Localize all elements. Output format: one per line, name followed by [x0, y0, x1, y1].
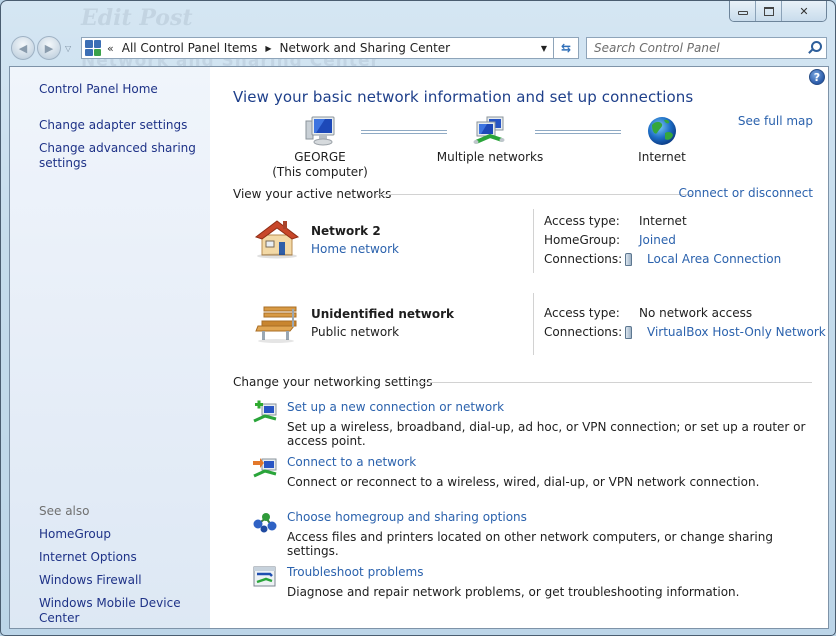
ethernet-plug-icon	[625, 252, 632, 266]
forward-button[interactable]: ▶	[37, 36, 61, 60]
network-divider	[533, 209, 534, 273]
computer-note: (This computer)	[272, 165, 368, 179]
network-divider	[533, 293, 534, 355]
sidebar-change-adapter-settings[interactable]: Change adapter settings	[39, 118, 187, 133]
main-panel: ? View your basic network information an…	[210, 67, 828, 628]
map-node-computer[interactable]: GEORGE (This computer)	[270, 115, 370, 180]
sidebar: Control Panel Home Change adapter settin…	[10, 67, 210, 628]
see-full-map-link[interactable]: See full map	[738, 114, 813, 128]
map-node-internet[interactable]: Internet	[622, 115, 702, 165]
setup-new-connection-description: Set up a wireless, broadband, dial-up, a…	[287, 420, 806, 448]
connection-item[interactable]: Local Area Connection	[625, 252, 781, 266]
homegroup-sharing-link[interactable]: Choose homegroup and sharing options	[287, 510, 527, 524]
access-type-value: No network access	[639, 306, 753, 320]
access-type-label: Access type:	[544, 306, 620, 320]
minimize-button[interactable]	[730, 1, 756, 21]
sidebar-change-advanced-sharing-settings[interactable]: Change advanced sharing settings	[39, 141, 196, 171]
refresh-icon: ⇆	[560, 41, 572, 55]
close-icon: ✕	[799, 4, 809, 18]
maximize-button[interactable]	[756, 1, 782, 21]
access-type-value: Internet	[639, 214, 687, 228]
background-window-title: Edit Post	[81, 5, 193, 31]
network-sharing-center-window: Edit Post Network and Sharing Center ✕ ◀…	[0, 0, 836, 636]
connection-item[interactable]: VirtualBox Host-Only Network	[625, 325, 826, 339]
new-connection-icon[interactable]	[252, 400, 278, 424]
sidebar-link-line-1: Change advanced sharing	[39, 141, 196, 155]
sidebar-windows-firewall[interactable]: Windows Firewall	[39, 573, 142, 588]
search-input[interactable]	[594, 41, 806, 55]
homegroup-sharing-description: Access files and printers located on oth…	[287, 530, 773, 558]
control-panel-icon	[85, 40, 101, 56]
homegroup-sharing-icon[interactable]	[252, 510, 278, 534]
address-dropdown-button[interactable]: ▼	[535, 38, 553, 58]
search-box	[586, 37, 827, 59]
network-type-link[interactable]: Home network	[311, 242, 399, 256]
see-also-label: See also	[39, 504, 90, 518]
troubleshoot-problems-description: Diagnose and repair network problems, or…	[287, 585, 740, 599]
sidebar-windows-mobile-device-center[interactable]: Windows Mobile Device Center	[39, 596, 210, 626]
connect-to-network-link[interactable]: Connect to a network	[287, 455, 416, 469]
computer-name: GEORGE	[294, 150, 346, 164]
breadcrumb-network-and-sharing-center[interactable]: Network and Sharing Center	[280, 41, 451, 55]
globe-icon	[648, 117, 676, 145]
breadcrumb-separator-icon[interactable]: ▶	[265, 44, 271, 53]
navigation-buttons: ◀ ▶ ▽	[11, 35, 71, 61]
connect-to-network-description: Connect or reconnect to a wireless, wire…	[287, 475, 760, 489]
multiple-networks-icon	[473, 116, 505, 144]
troubleshoot-problems-link[interactable]: Troubleshoot problems	[287, 565, 423, 579]
back-button[interactable]: ◀	[11, 36, 35, 60]
local-area-connection-link[interactable]: Local Area Connection	[647, 252, 781, 266]
multiple-networks-label: Multiple networks	[436, 150, 544, 164]
network-type-label: Public network	[311, 325, 400, 339]
section-divider	[376, 194, 692, 195]
help-icon[interactable]: ?	[809, 69, 825, 85]
section-divider	[416, 382, 812, 383]
breadcrumb-overflow-button[interactable]: «	[107, 42, 114, 55]
forward-arrow-icon: ▶	[44, 41, 54, 55]
network-name: Unidentified network	[311, 307, 454, 321]
networking-settings-heading: Change your networking settings	[233, 375, 433, 389]
homegroup-joined-link[interactable]: Joined	[639, 233, 676, 247]
computer-icon	[305, 116, 335, 146]
address-bar[interactable]: « All Control Panel Items ▶ Network and …	[81, 37, 553, 59]
ethernet-plug-icon	[625, 325, 632, 339]
troubleshoot-icon[interactable]	[252, 565, 278, 589]
internet-label: Internet	[638, 150, 686, 164]
virtualbox-host-only-network-link[interactable]: VirtualBox Host-Only Network	[647, 325, 826, 339]
content-area: Control Panel Home Change adapter settin…	[9, 66, 829, 629]
maximize-icon	[763, 6, 774, 16]
active-networks-heading: View your active networks	[233, 187, 392, 201]
sidebar-homegroup[interactable]: HomeGroup	[39, 527, 111, 542]
house-icon[interactable]	[252, 217, 302, 259]
homegroup-label: HomeGroup:	[544, 233, 621, 247]
map-connection-line	[535, 130, 621, 134]
access-type-label: Access type:	[544, 214, 620, 228]
page-title: View your basic network information and …	[233, 88, 694, 106]
sidebar-internet-options[interactable]: Internet Options	[39, 550, 137, 565]
close-button[interactable]: ✕	[782, 1, 826, 21]
connect-or-disconnect-link[interactable]: Connect or disconnect	[678, 186, 813, 200]
sidebar-link-line-2: settings	[39, 156, 87, 170]
connections-label: Connections:	[544, 325, 623, 339]
connect-to-network-icon[interactable]	[252, 455, 278, 479]
breadcrumb-all-control-panel-items[interactable]: All Control Panel Items	[122, 41, 258, 55]
back-arrow-icon: ◀	[18, 41, 28, 55]
map-node-multiple-networks[interactable]: Multiple networks	[432, 115, 548, 165]
network-name: Network 2	[311, 224, 381, 238]
refresh-button[interactable]: ⇆	[553, 37, 579, 59]
bench-icon[interactable]	[252, 301, 302, 343]
minimize-icon	[737, 11, 748, 15]
search-icon[interactable]	[806, 40, 822, 56]
setup-new-connection-link[interactable]: Set up a new connection or network	[287, 400, 504, 414]
connections-label: Connections:	[544, 252, 623, 266]
recent-pages-dropdown[interactable]: ▽	[65, 44, 71, 53]
sidebar-control-panel-home[interactable]: Control Panel Home	[39, 82, 158, 97]
caption-buttons: ✕	[729, 1, 827, 22]
